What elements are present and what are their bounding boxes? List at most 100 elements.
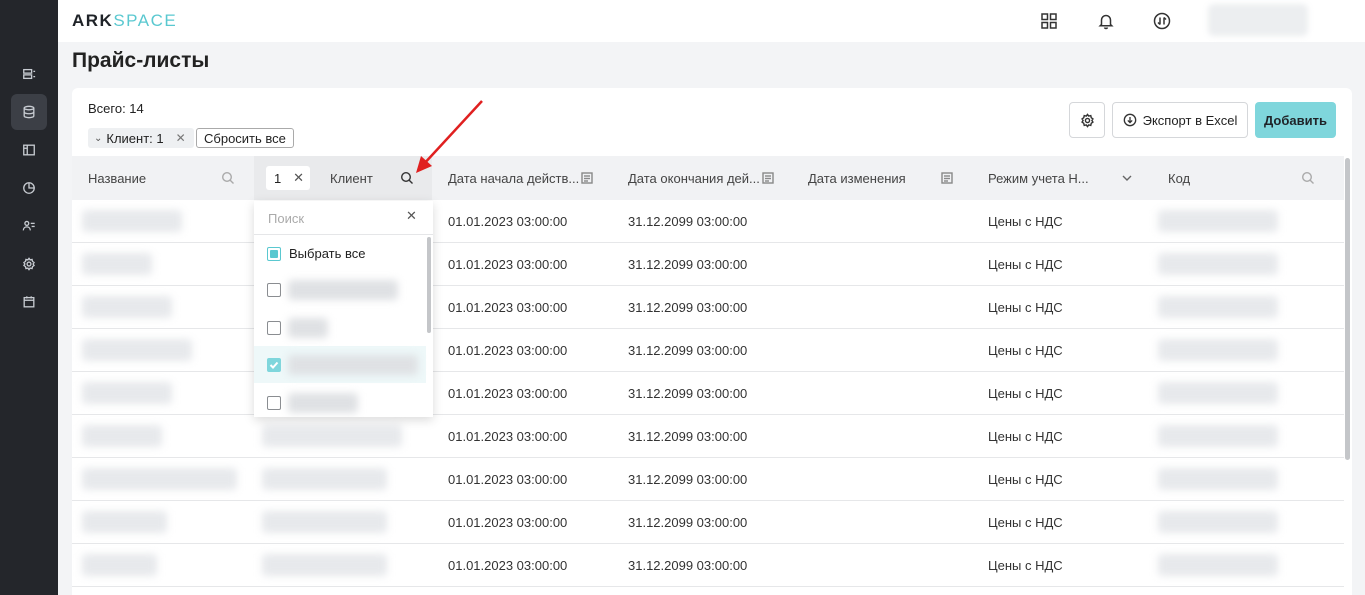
calendar-filter-icon[interactable] [761,171,775,185]
client-option[interactable] [254,271,426,308]
client-name [262,425,402,447]
top-bar: ARKSPACE [58,0,1365,42]
sidebar-item-reports[interactable] [11,170,47,206]
dropdown-scrollbar[interactable] [427,237,431,333]
code-cell [1158,425,1278,447]
price-list-name [82,468,237,490]
end-date-cell: 31.12.2099 03:00:00 [628,386,748,401]
close-icon[interactable]: ✕ [293,170,304,186]
app-logo[interactable]: ARKSPACE [72,11,177,31]
end-date-cell: 31.12.2099 03:00:00 [628,558,748,573]
sidebar-item-calendar[interactable] [11,284,47,320]
code-cell [1158,339,1278,361]
vat-mode-cell: Цены с НДС [988,515,1063,530]
select-all-option[interactable]: Выбрать все [254,235,426,272]
end-date-cell: 31.12.2099 03:00:00 [628,257,748,272]
end-date-cell: 31.12.2099 03:00:00 [628,300,748,315]
column-label: Режим учета Н... [988,170,1089,186]
dropdown-search-input[interactable] [268,209,398,227]
pie-chart-icon [23,182,35,194]
add-button[interactable]: Добавить [1255,102,1336,138]
sidebar-item-layout[interactable] [11,132,47,168]
code-cell [1158,382,1278,404]
export-excel-button[interactable]: Экспорт в Excel [1112,102,1248,138]
logo-text-ark: ARK [72,11,114,30]
checkbox[interactable] [267,395,281,410]
table-row[interactable]: 01.01.2023 03:00:00 31.12.2099 03:00:00 … [72,458,1344,501]
vat-mode-cell: Цены с НДС [988,386,1063,401]
switch-account-button[interactable] [1151,10,1173,32]
table-settings-button[interactable] [1069,102,1105,138]
column-label: Название [88,170,147,186]
column-label: Клиент [330,170,373,186]
checkbox[interactable] [267,282,281,297]
table-row[interactable]: 01.01.2023 03:00:00 31.12.2099 03:00:00 … [72,415,1344,458]
gear-icon [23,257,35,271]
column-header-code[interactable]: Код [1168,156,1268,200]
checkbox[interactable] [267,320,281,335]
table-scrollbar[interactable] [1345,158,1350,460]
swap-icon [1153,12,1171,30]
sidebar-item-orders[interactable] [11,56,47,92]
apps-grid-button[interactable] [1038,10,1060,32]
vat-mode-cell: Цены с НДС [988,300,1063,315]
sidebar-item-settings[interactable] [11,246,47,282]
client-option-selected[interactable] [254,346,426,383]
column-header-name[interactable]: Название [88,156,238,200]
column-header-vat-mode[interactable]: Режим учета Н... [988,156,1098,200]
calendar-icon [23,296,35,308]
start-date-cell: 01.01.2023 03:00:00 [448,257,568,272]
dropdown-search: ✕ [254,201,433,235]
vat-mode-cell: Цены с НДС [988,429,1063,444]
client-filter-input[interactable]: 1 ✕ [266,166,310,190]
check-icon [269,361,279,369]
users-icon [22,220,35,231]
select-all-label: Выбрать все [289,246,366,261]
table-row[interactable]: 01.01.2023 03:00:00 31.12.2099 03:00:00 … [72,501,1344,544]
code-cell [1158,554,1278,576]
calendar-filter-icon[interactable] [940,171,954,185]
export-label: Экспорт в Excel [1142,112,1238,128]
calendar-filter-icon[interactable] [580,171,594,185]
column-header-modified-date[interactable]: Дата изменения [808,156,940,200]
close-icon[interactable]: ✕ [176,131,186,145]
column-label: Код [1168,170,1191,186]
filter-chip-client[interactable]: ⌄ Клиент: 1 ✕ [88,128,194,148]
client-name [262,468,387,490]
table-header: Название 1 ✕ Клиент Дата начала действ..… [72,156,1344,200]
logo-text-space: SPACE [113,11,178,30]
column-label: Дата изменения [808,170,906,186]
notifications-button[interactable] [1095,10,1117,32]
page-title: Прайс-листы [72,49,210,72]
column-header-client[interactable]: 1 ✕ Клиент [254,156,432,200]
column-label: Дата окончания дей... [628,170,760,186]
price-list-name [82,210,182,232]
vat-mode-cell: Цены с НДС [988,257,1063,272]
reset-filters-button[interactable]: Сбросить все [196,128,294,148]
sidebar-item-database[interactable] [11,94,47,130]
client-option[interactable] [254,384,426,421]
client-option-label [288,392,358,413]
client-name [262,511,387,533]
client-option-label [288,317,328,338]
code-cell [1158,468,1278,490]
checkbox-select-all[interactable] [267,246,281,261]
column-label-client: Клиент [330,156,410,200]
user-profile[interactable] [1208,4,1308,36]
sidebar-item-users[interactable] [11,208,47,244]
search-icon[interactable] [221,171,235,185]
column-header-end-date[interactable]: Дата окончания дей... [628,156,760,200]
chevron-down-icon[interactable] [1120,171,1134,185]
start-date-cell: 01.01.2023 03:00:00 [448,472,568,487]
close-icon[interactable]: ✕ [406,208,417,224]
client-option[interactable] [254,309,426,346]
code-cell [1158,210,1278,232]
table-row[interactable]: 01.01.2023 03:00:00 31.12.2099 03:00:00 … [72,544,1344,587]
total-count: Всего: 14 [88,101,144,116]
checkbox-checked[interactable] [267,357,281,372]
gear-icon [1080,112,1094,128]
price-list-name [82,253,152,275]
search-icon[interactable] [1301,171,1315,185]
end-date-cell: 31.12.2099 03:00:00 [628,343,748,358]
end-date-cell: 31.12.2099 03:00:00 [628,214,748,229]
